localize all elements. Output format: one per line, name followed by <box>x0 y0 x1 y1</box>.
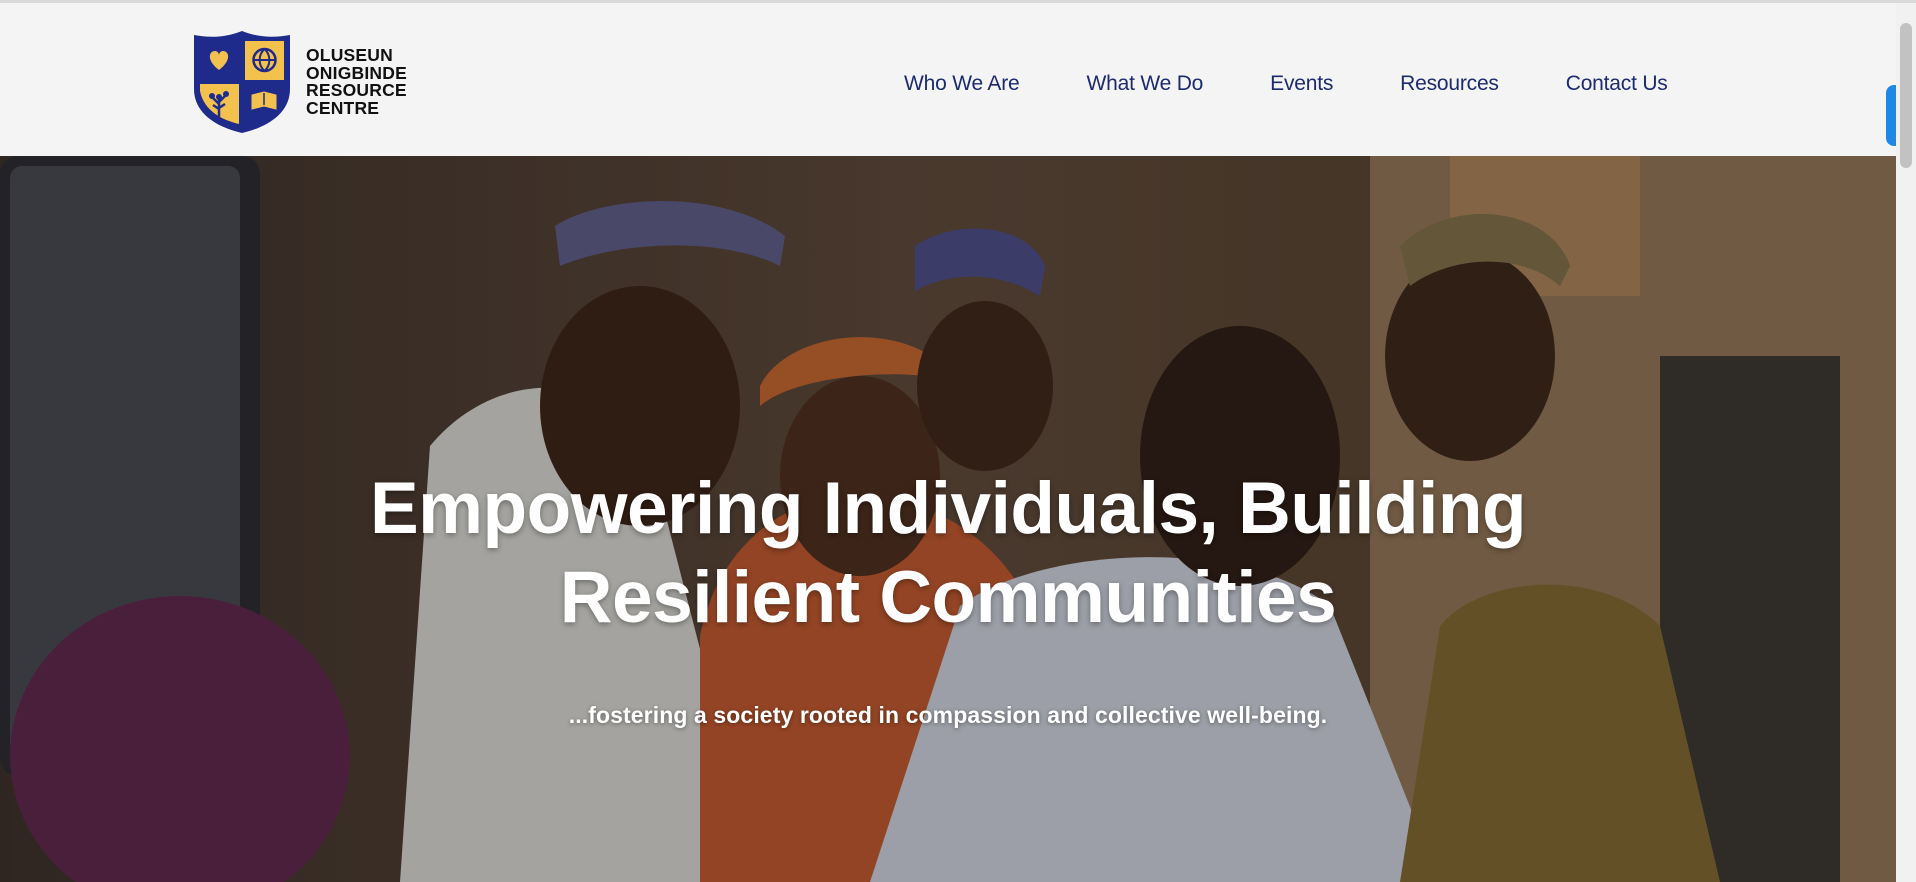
page-scrollbar[interactable] <box>1896 3 1916 882</box>
nav-item-what-we-do[interactable]: What We Do <box>1087 72 1204 96</box>
site-logo-text: OLUSEUN ONIGBINDE RESOURCE CENTRE <box>306 45 426 118</box>
nav-item-contact-us[interactable]: Contact Us <box>1566 72 1668 96</box>
floating-side-tab[interactable] <box>1886 85 1896 146</box>
shield-logo-icon <box>194 31 290 133</box>
hero-subtitle: ...fostering a society rooted in compass… <box>568 702 1328 728</box>
logo-line-1: OLUSEUN <box>306 45 393 65</box>
logo-line-4: CENTRE <box>306 97 380 118</box>
logo-line-3: RESOURCE <box>306 80 407 100</box>
hero-title-line-2: Resilient Communities <box>559 557 1337 638</box>
main-nav: Who We Are What We Do Events Resources C… <box>904 72 1668 96</box>
scrollbar-thumb[interactable] <box>1900 23 1912 168</box>
site-logo[interactable]: OLUSEUN ONIGBINDE RESOURCE CENTRE <box>192 29 426 135</box>
hero-title: Empowering Individuals, Building Resilie… <box>0 464 1896 642</box>
hero-section: Empowering Individuals, Building Resilie… <box>0 156 1896 882</box>
site-header: OLUSEUN ONIGBINDE RESOURCE CENTRE Who We… <box>0 3 1896 156</box>
hero-title-line-1: Empowering Individuals, Building <box>369 468 1527 549</box>
nav-item-who-we-are[interactable]: Who We Are <box>904 72 1020 96</box>
nav-item-events[interactable]: Events <box>1270 72 1333 96</box>
nav-item-resources[interactable]: Resources <box>1400 72 1499 96</box>
